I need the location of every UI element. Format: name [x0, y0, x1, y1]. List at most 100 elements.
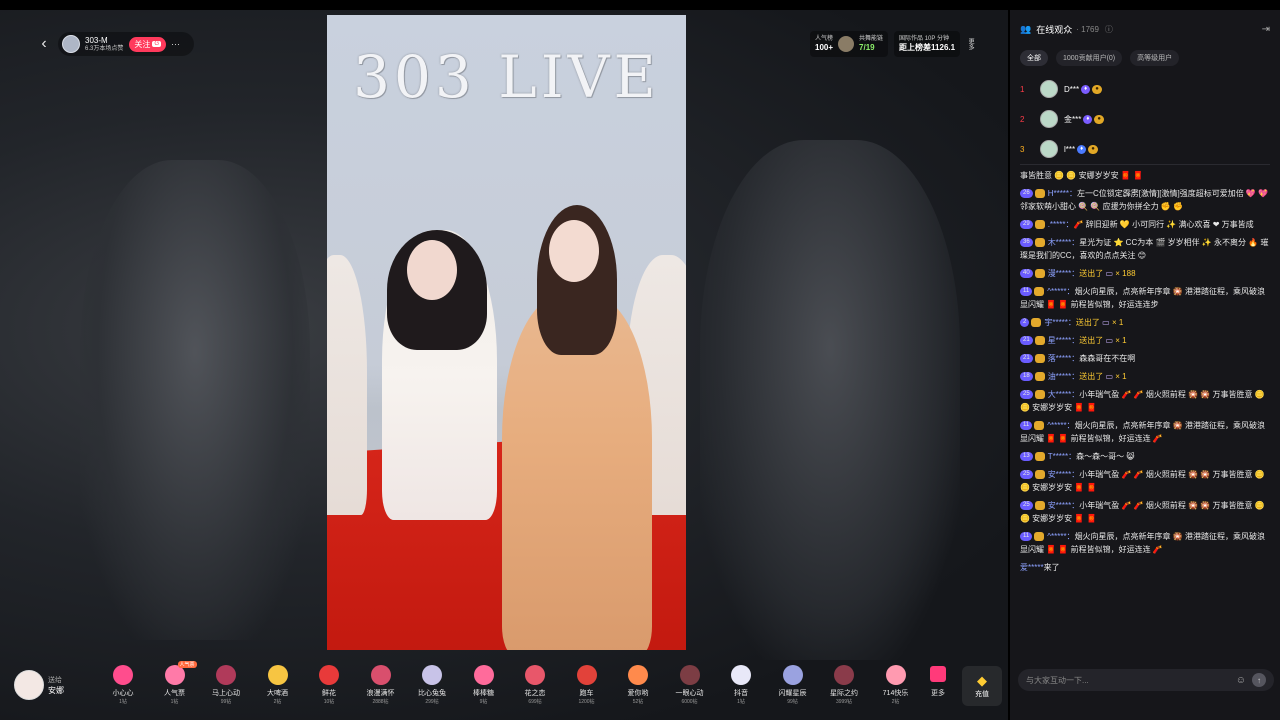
recipient-avatar [14, 670, 44, 700]
popularity-rank[interactable]: 人气榜 100+ 共舞能链 7/19 [810, 31, 889, 57]
rank-user-name: D*** [1064, 84, 1080, 94]
gift-item[interactable]: 棒棒糖 9钻 [459, 665, 509, 709]
gift-item[interactable]: 714快乐 2钻 [871, 665, 921, 709]
gift-item[interactable]: 大啤酒 2钻 [253, 665, 303, 709]
chat-message[interactable]: 21 星*****：送出了 ▭ × 1 [1020, 334, 1270, 347]
recharge-button[interactable]: ◆ 充值 [962, 666, 1002, 706]
info-icon[interactable]: ⓘ [1105, 24, 1113, 35]
gift-item[interactable]: 比心兔兔 299钻 [407, 665, 457, 709]
gift-item[interactable]: 鲜花 10钻 [304, 665, 354, 709]
chat-user[interactable]: 安*****： [1048, 501, 1080, 510]
popularity-value: 100+ [815, 43, 834, 52]
chat-user[interactable]: ^*****： [1047, 532, 1074, 541]
gift-item[interactable]: 浪漫满怀 2888钻 [356, 665, 406, 709]
rank-row-3[interactable]: 3 l*** ♦ ● [1010, 134, 1280, 164]
level-badge: 36 [1020, 238, 1033, 248]
gift-item[interactable]: 爱你哟 52钻 [613, 665, 663, 709]
chat-message[interactable]: 爱*****来了 [1020, 561, 1270, 574]
gift-count: × 1 [1115, 336, 1127, 345]
gift-name: 马上心动 [212, 690, 240, 697]
rank-row-2[interactable]: 2 金*** ♦ ● [1010, 104, 1280, 134]
chat-text: 森森哥在不在啊 [1079, 354, 1136, 363]
gift-name: 跑车 [579, 690, 594, 697]
chat-user[interactable]: ^*****： [1047, 421, 1074, 430]
gift-count: × 1 [1111, 318, 1124, 327]
panel-title: 在线观众 [1036, 24, 1073, 35]
emoji-icon[interactable]: ☺ [1236, 675, 1246, 686]
level-badge: 18 [1020, 372, 1033, 382]
fan-badge-icon [1034, 287, 1045, 297]
gift-price: 1钻 [119, 699, 127, 705]
chat-user[interactable]: 爱***** [1020, 563, 1044, 572]
hourly-rank[interactable]: 国际作品 10P 分钟 距上榜差1126.1 [894, 31, 961, 57]
level-badge: ♦ [1077, 144, 1087, 154]
gift-item[interactable]: 跑车 1200钻 [562, 665, 612, 709]
gift-recipient[interactable]: 送给 安娜 [14, 670, 64, 700]
recipient-name: 安娜 [48, 685, 64, 695]
chat-user[interactable]: H*****： [1048, 189, 1077, 198]
follow-button[interactable]: 关注 G [129, 36, 167, 52]
gift-item[interactable]: 小心心 1钻 [98, 665, 148, 709]
chat-user[interactable]: 宇*****： [1044, 318, 1076, 327]
gift-bar: 送给 安娜 小心心 1钻 人气票 1钻 人气票 马上心动 99钻 大啤酒 2钻 鲜花 10钻 浪漫满怀… [0, 660, 1008, 720]
dance-rank-value: 7/19 [859, 43, 875, 52]
chat-message[interactable]: 18 油*****：送出了 ▭ × 1 [1020, 370, 1270, 383]
gift-item[interactable]: 星际之约 3999钻 [819, 665, 869, 709]
dancer-center-face [549, 220, 599, 282]
chat-input[interactable]: 与大家互动一下... ☺ ↑ [1018, 669, 1274, 691]
tab-top-contributors[interactable]: 1000贡献用户(0) [1056, 50, 1123, 66]
gift-item[interactable]: 花之恋 699钻 [510, 665, 560, 709]
back-button[interactable]: ‹ [34, 32, 54, 56]
chat-message[interactable]: 25 安*****：小年瑞气盈 🧨 🧨 烟火照前程 🎇 🎇 万事皆胜意 🪙 🪙 安… [1020, 499, 1270, 525]
chat-message[interactable]: 21 落*****：森森哥在不在啊 [1020, 352, 1270, 365]
rank-user-name: 金*** [1064, 114, 1082, 124]
chat-user[interactable]: 安*****： [1048, 470, 1080, 479]
chat-message[interactable]: 25 大*****：小年瑞气盈 🧨 🧨 烟火照前程 🎇 🎇 万事皆胜意 🪙 🪙 安… [1020, 388, 1270, 414]
tab-high-level[interactable]: 高等级用户 [1130, 50, 1180, 66]
chat-user[interactable]: .*****： [1048, 220, 1074, 229]
chat-message[interactable]: 11 ^*****：烟火向星辰，点亮新年序章 🎇 港港踏征程，乘风破浪显闪耀 🧧 … [1020, 530, 1270, 556]
chat-message[interactable]: 36 木*****：星光为证 ⭐ CC为本 🎬 岁岁相伴 ✨ 永不离分 🔥 璀璨是… [1020, 236, 1270, 262]
gift-item[interactable]: 人气票 1钻 人气票 [150, 661, 200, 709]
chat-message[interactable]: 事皆胜意 🪙 🪙 安娜岁岁安 🧧 🧧 [1020, 169, 1270, 182]
chat-text: 事皆胜意 🪙 🪙 安娜岁岁安 🧧 🧧 [1020, 171, 1143, 180]
chat-user[interactable]: 漫*****： [1048, 269, 1080, 278]
more-stats-label[interactable]: 更多 [966, 38, 975, 50]
chat-message[interactable]: 29 .*****：🧨 辞旧迎新 💛 小可同行 ✨ 满心欢喜 ❤ 万事皆成 [1020, 218, 1270, 231]
chat-user[interactable]: 落*****： [1048, 354, 1080, 363]
gift-name: 714快乐 [882, 690, 909, 697]
fan-badge-icon [1034, 532, 1045, 542]
more-icon[interactable]: ··· [171, 39, 180, 49]
anchor-info[interactable]: 303-M 6.3万本场点赞 关注 G ··· [58, 32, 194, 56]
gift-more-button[interactable]: 更多 [924, 666, 952, 706]
chat-user[interactable]: 油*****： [1048, 372, 1080, 381]
send-icon[interactable]: ↑ [1252, 673, 1266, 687]
top-stats: 人气榜 100+ 共舞能链 7/19 国际作品 10P 分钟 距上榜差1126.… [810, 30, 975, 58]
chat-message[interactable]: 13 T*****：森～森～哥～ 😸 [1020, 450, 1270, 463]
chat-user[interactable]: ^*****： [1047, 287, 1074, 296]
fan-badge-icon [1034, 238, 1045, 248]
chat-user[interactable]: 木*****： [1048, 238, 1080, 247]
chat-message[interactable]: 40 漫*****：送出了 ▭ × 188 [1020, 267, 1270, 280]
rank-row-1[interactable]: 1 D*** ♦ ● [1010, 74, 1280, 104]
rank-number: 2 [1020, 114, 1025, 124]
live-video[interactable]: 303 LIVE [327, 15, 686, 650]
chat-user[interactable]: 大*****： [1048, 390, 1080, 399]
gift-name: 爱你哟 [627, 690, 649, 697]
gift-item[interactable]: 闪耀星辰 99钻 [768, 665, 818, 709]
chat-user[interactable]: 星*****： [1048, 336, 1080, 345]
chat-message[interactable]: 2 宇*****：送出了 ▭ × 1 [1020, 316, 1270, 329]
chat-user[interactable]: T*****： [1048, 452, 1076, 461]
chat-message[interactable]: 25 安*****：小年瑞气盈 🧨 🧨 烟火照前程 🎇 🎇 万事皆胜意 🪙 🪙 安… [1020, 468, 1270, 494]
gift-item[interactable]: 抖音 1钻 [716, 665, 766, 709]
chat-message[interactable]: 26 H*****：左一C位锁定霹雳[激情][激情]强度超标可爱加倍 💖 💖 邻家… [1020, 187, 1270, 213]
gift-item[interactable]: 马上心动 99钻 [201, 665, 251, 709]
chat-message[interactable]: 11 ^*****：烟火向星辰，点亮新年序章 🎇 港港踏征程，乘风破浪显闪耀 🧧 … [1020, 285, 1270, 311]
tab-all[interactable]: 全部 [1020, 50, 1048, 66]
follow-badge: G [152, 41, 162, 47]
collapse-panel-icon[interactable]: ⇥ [1262, 24, 1270, 35]
anchor-avatar[interactable] [62, 35, 80, 53]
level-badge: ♦ [1081, 84, 1091, 94]
gift-item[interactable]: 一眼心动 6000钻 [665, 665, 715, 709]
chat-message[interactable]: 11 ^*****：烟火向星辰，点亮新年序章 🎇 港港踏征程，乘风破浪显闪耀 🧧 … [1020, 419, 1270, 445]
